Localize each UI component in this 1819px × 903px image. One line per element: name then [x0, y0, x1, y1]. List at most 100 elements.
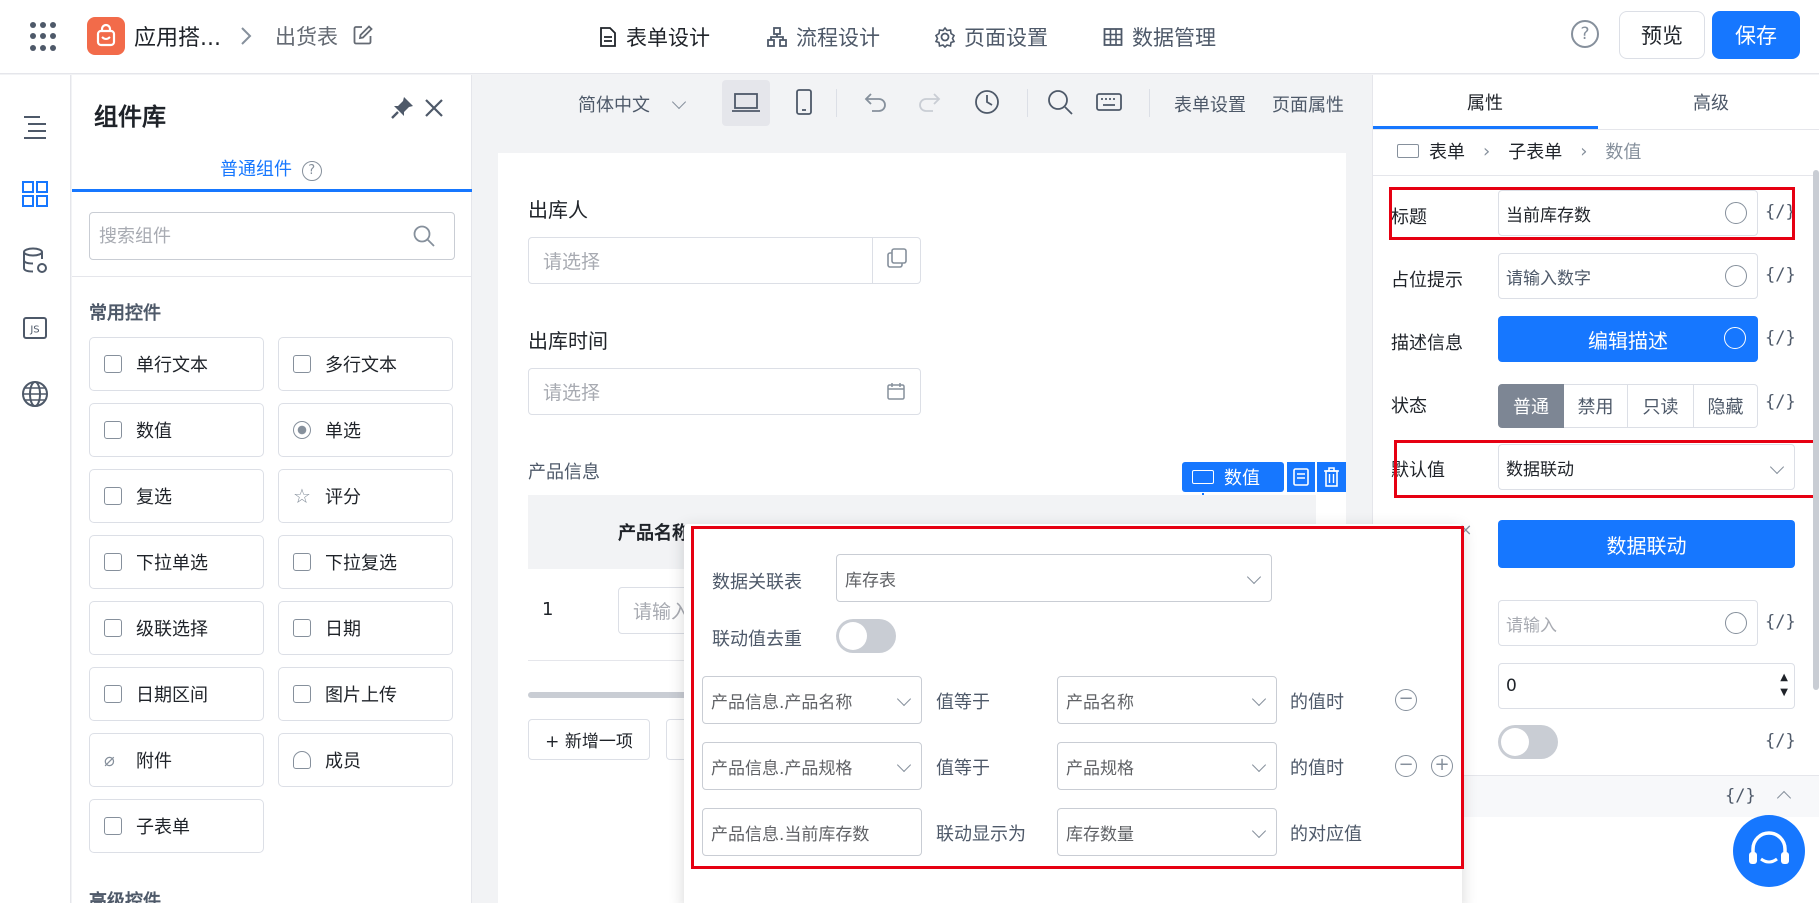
component-member[interactable]: 成员: [278, 733, 453, 787]
outline-tree-icon[interactable]: [20, 112, 50, 142]
component-radio[interactable]: 单选: [278, 403, 453, 457]
edit-description-button[interactable]: 编辑描述: [1498, 316, 1758, 362]
search-icon[interactable]: [1045, 87, 1075, 117]
rule-left-field[interactable]: 产品信息.当前库存数: [702, 808, 922, 856]
help-circle-icon[interactable]: ?: [301, 161, 322, 181]
globe-icon[interactable]: [1724, 327, 1746, 349]
selected-field-tag[interactable]: 数值: [1182, 462, 1284, 492]
rule-left-select[interactable]: 产品信息.产品名称: [702, 676, 922, 724]
close-icon[interactable]: ×: [1459, 520, 1472, 539]
form-settings-link[interactable]: 表单设置: [1174, 91, 1246, 117]
breadcrumb-form[interactable]: 表单: [1429, 138, 1465, 164]
page-properties-link[interactable]: 页面属性: [1272, 91, 1344, 117]
page-scrollbar[interactable]: [1813, 170, 1819, 690]
rule-left-select[interactable]: 产品信息.产品规格: [702, 742, 922, 790]
formula-icon[interactable]: {/}: [1765, 265, 1796, 285]
component-single-line-text[interactable]: 单行文本: [89, 337, 264, 391]
search-input[interactable]: [89, 212, 455, 260]
data-linkage-popover: × 数据关联表 库存表 联动值去重 产品信息.产品名称 值等于 产品名称 的值时…: [684, 520, 1472, 903]
state-readonly[interactable]: 只读: [1628, 384, 1694, 428]
tab-common-components[interactable]: 普通组件 ?: [220, 155, 322, 181]
tab-properties[interactable]: 属性: [1467, 89, 1503, 115]
component-dropdown-multi[interactable]: 下拉复选: [278, 535, 453, 589]
default-value-select[interactable]: 数据联动: [1498, 444, 1795, 490]
remove-rule-icon[interactable]: −: [1395, 755, 1417, 777]
formula-icon[interactable]: {/}: [1765, 202, 1796, 222]
component-subform[interactable]: 子表单: [89, 799, 264, 853]
outbound-time-picker[interactable]: 请选择: [528, 368, 921, 415]
globe-icon[interactable]: [1725, 612, 1747, 634]
component-date[interactable]: 日期: [278, 601, 453, 655]
outbound-person-select[interactable]: 请选择: [528, 237, 921, 284]
member-picker-icon[interactable]: [872, 238, 920, 283]
components-grid-icon[interactable]: [20, 179, 50, 209]
breadcrumb-subform[interactable]: 子表单: [1508, 138, 1562, 164]
tab-form-design[interactable]: 表单设计: [598, 0, 718, 74]
add-item-button[interactable]: + 新增一项: [528, 719, 650, 760]
tab-advanced[interactable]: 高级: [1693, 89, 1729, 115]
component-rating[interactable]: ☆ 评分: [278, 469, 453, 523]
component-dropdown-single[interactable]: 下拉单选: [89, 535, 264, 589]
preview-button[interactable]: 预览: [1619, 11, 1705, 59]
state-disabled[interactable]: 禁用: [1564, 384, 1628, 428]
tab-flow-design[interactable]: 流程设计: [766, 0, 880, 74]
remove-rule-icon[interactable]: −: [1395, 689, 1417, 711]
edit-icon[interactable]: [352, 24, 374, 46]
dedup-toggle[interactable]: [836, 619, 896, 653]
state-normal[interactable]: 普通: [1498, 384, 1564, 428]
page-name[interactable]: 出货表: [275, 21, 338, 51]
support-chat-button[interactable]: [1733, 815, 1805, 887]
component-image-upload[interactable]: 图片上传: [278, 667, 453, 721]
help-icon[interactable]: ?: [1571, 20, 1599, 48]
app-grid-icon[interactable]: [30, 22, 60, 52]
state-hidden[interactable]: 隐藏: [1694, 384, 1758, 428]
rule-right-select[interactable]: 库存数量: [1057, 808, 1277, 856]
subform-label: 产品信息: [528, 462, 600, 483]
database-settings-icon[interactable]: [20, 246, 50, 276]
formula-icon[interactable]: {/}: [1725, 786, 1756, 806]
component-date-range[interactable]: 日期区间: [89, 667, 264, 721]
undo-icon[interactable]: [860, 87, 890, 117]
desktop-view-button[interactable]: [722, 80, 770, 126]
generic-input[interactable]: 请输入: [1498, 600, 1758, 646]
app-name[interactable]: 应用搭...: [134, 20, 221, 52]
linked-table-select[interactable]: 库存表: [836, 554, 1272, 602]
data-linkage-button[interactable]: 数据联动: [1498, 520, 1795, 568]
history-icon[interactable]: [972, 87, 1002, 117]
copy-field-icon[interactable]: [1287, 462, 1315, 492]
pin-icon[interactable]: [389, 95, 415, 121]
component-checkbox[interactable]: 复选: [89, 469, 264, 523]
close-icon[interactable]: [423, 97, 445, 119]
formula-icon[interactable]: {/}: [1765, 731, 1796, 751]
formula-icon[interactable]: {/}: [1765, 392, 1796, 412]
formula-icon[interactable]: {/}: [1765, 328, 1796, 348]
search-icon[interactable]: [412, 224, 436, 248]
formula-icon[interactable]: {/}: [1765, 612, 1796, 632]
redo-icon[interactable]: [915, 87, 945, 117]
toggle-switch[interactable]: [1498, 725, 1558, 759]
stepper-arrows-icon[interactable]: ▲ ▼: [1780, 670, 1788, 700]
component-multi-line-text[interactable]: 多行文本: [278, 337, 453, 391]
title-input[interactable]: 当前库存数: [1498, 190, 1758, 236]
js-icon[interactable]: JS: [20, 313, 50, 343]
globe-icon[interactable]: [20, 379, 50, 409]
component-number[interactable]: 数值: [89, 403, 264, 457]
rule-right-select[interactable]: 产品规格: [1057, 742, 1277, 790]
label-dedup: 联动值去重: [712, 629, 802, 650]
save-button[interactable]: 保存: [1712, 11, 1800, 59]
globe-icon[interactable]: [1725, 265, 1747, 287]
globe-icon[interactable]: [1725, 202, 1747, 224]
mobile-view-icon[interactable]: [789, 87, 819, 117]
rule-right-select[interactable]: 产品名称: [1057, 676, 1277, 724]
placeholder-input[interactable]: 请输入数字: [1498, 253, 1758, 299]
component-cascader[interactable]: 级联选择: [89, 601, 264, 655]
chevron-up-icon[interactable]: [1776, 790, 1792, 806]
component-attachment[interactable]: ⌀ 附件: [89, 733, 264, 787]
delete-field-icon[interactable]: [1317, 462, 1346, 492]
number-stepper[interactable]: 0 ▲ ▼: [1498, 663, 1795, 709]
tab-page-settings[interactable]: 页面设置: [934, 0, 1048, 74]
add-rule-icon[interactable]: +: [1431, 755, 1453, 777]
language-select[interactable]: 简体中文: [578, 91, 686, 117]
keyboard-icon[interactable]: [1094, 87, 1124, 117]
tab-data-management[interactable]: 数据管理: [1102, 0, 1216, 74]
